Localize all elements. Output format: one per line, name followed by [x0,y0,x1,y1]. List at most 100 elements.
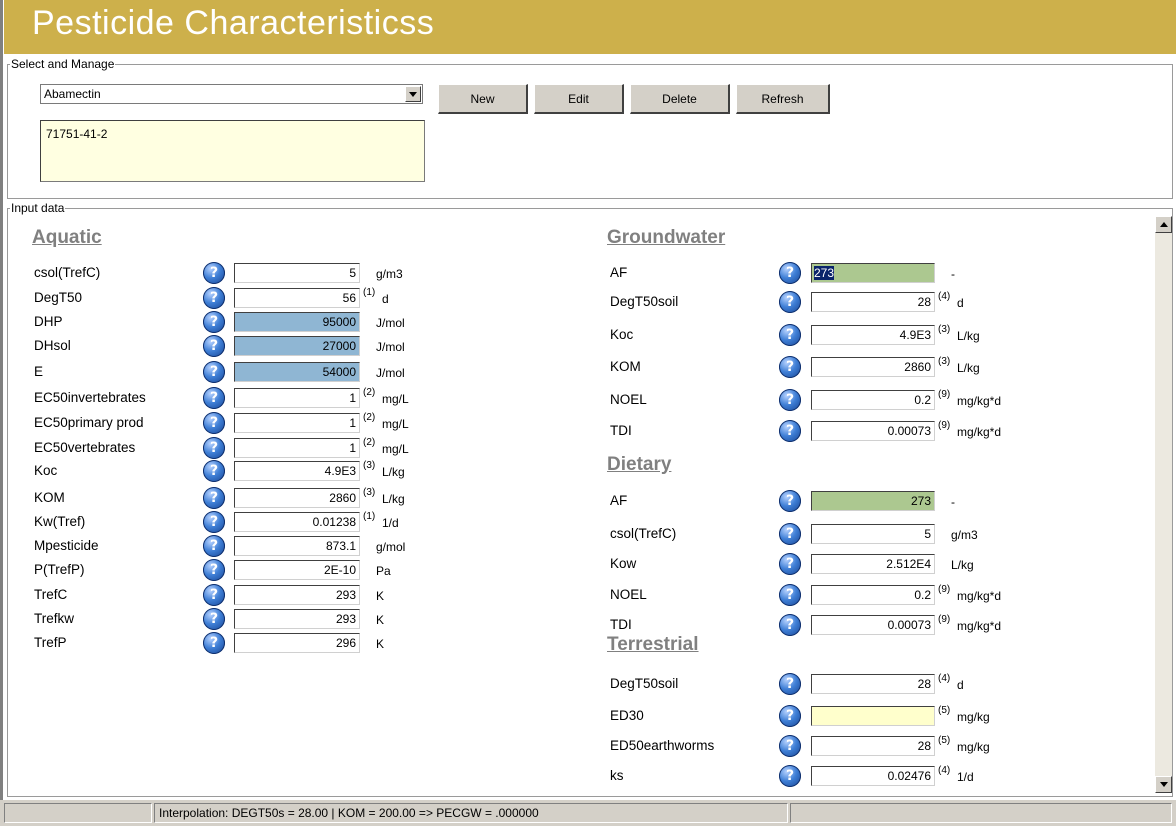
aquatic-label-kom: KOM [34,490,65,505]
help-icon[interactable]: ? [203,584,225,606]
reference-note: (3) [363,460,376,471]
aquatic-value-dhsol[interactable]: 27000 [234,336,360,356]
section-heading-aquatic: Aquatic [32,227,102,248]
dietary-value-noel[interactable]: 0.2 [811,585,935,605]
groundwater-value-noel[interactable]: 0.2 [811,390,935,410]
reference-note: (9) [938,614,951,625]
help-icon[interactable]: ? [779,705,801,727]
help-icon[interactable]: ? [203,437,225,459]
dietary-value-csol-trefc-[interactable]: 5 [811,524,935,544]
help-icon[interactable]: ? [779,614,801,636]
help-icon[interactable]: ? [779,523,801,545]
field-value: 2.512E4 [886,557,931,571]
help-icon[interactable]: ? [203,460,225,482]
aquatic-value-trefkw[interactable]: 293 [234,609,360,629]
dropdown-button[interactable] [405,86,421,102]
help-icon[interactable]: ? [779,389,801,411]
aquatic-label-dhsol: DHsol [34,338,71,353]
help-icon[interactable]: ? [779,324,801,346]
arrow-down-icon [1159,782,1168,787]
vertical-scrollbar[interactable] [1155,216,1172,793]
edit-button[interactable]: Edit [534,84,624,114]
title-banner: Pesticide Characteristicss [4,0,1176,54]
help-icon[interactable]: ? [779,735,801,757]
aquatic-label-dhp: DHP [34,314,63,329]
dietary-label-kow: Kow [610,556,637,571]
terrestrial-value-degt50soil[interactable]: 28 [811,674,935,694]
help-icon[interactable]: ? [203,632,225,654]
reference-note: (5) [938,705,951,716]
help-icon[interactable]: ? [779,262,801,284]
arrow-up-icon [1159,222,1168,227]
aquatic-label-ec50vertebrates: EC50vertebrates [34,440,136,455]
help-icon[interactable]: ? [779,490,801,512]
aquatic-value-e[interactable]: 54000 [234,362,360,382]
input-data-group: Input data [7,201,1173,797]
help-icon[interactable]: ? [203,287,225,309]
aquatic-value-dhp[interactable]: 95000 [234,312,360,332]
help-icon[interactable]: ? [779,584,801,606]
help-icon[interactable]: ? [779,356,801,378]
terrestrial-value-ed30[interactable] [811,706,935,726]
dietary-value-af[interactable]: 273 [811,491,935,511]
unit-label: d [957,296,964,310]
aquatic-value-ec50invertebrates[interactable]: 1 [234,388,360,408]
groundwater-value-koc[interactable]: 4.9E3 [811,325,935,345]
aquatic-value-p-trefp-[interactable]: 2E-10 [234,560,360,580]
aquatic-label-ec50primary-prod: EC50primary prod [34,415,144,430]
help-icon[interactable]: ? [203,262,225,284]
help-icon[interactable]: ? [203,387,225,409]
help-icon[interactable]: ? [779,420,801,442]
help-icon[interactable]: ? [203,311,225,333]
terrestrial-label-ks: ks [610,768,624,783]
help-icon[interactable]: ? [203,335,225,357]
aquatic-value-degt50[interactable]: 56 [234,288,360,308]
groundwater-value-tdi[interactable]: 0.00073 [811,421,935,441]
aquatic-value-ec50vertebrates[interactable]: 1 [234,438,360,458]
status-pane-left [4,803,152,823]
aquatic-value-kw-tref-[interactable]: 0.01238 [234,512,360,532]
reference-note: (4) [938,291,951,302]
delete-button[interactable]: Delete [630,84,730,114]
terrestrial-value-ed50earthworms[interactable]: 28 [811,736,935,756]
reference-note: (1) [363,511,376,522]
help-icon[interactable]: ? [203,559,225,581]
help-icon[interactable]: ? [203,487,225,509]
scroll-down-button[interactable] [1155,776,1172,793]
help-icon[interactable]: ? [203,412,225,434]
groundwater-value-degt50soil[interactable]: 28 [811,292,935,312]
reference-note: (9) [938,584,951,595]
help-icon[interactable]: ? [203,535,225,557]
cas-number-field[interactable]: 71751-41-2 [40,120,425,182]
field-value: 54000 [322,365,356,379]
refresh-button[interactable]: Refresh [736,84,830,114]
groundwater-value-kom[interactable]: 2860 [811,357,935,377]
aquatic-value-trefc[interactable]: 293 [234,585,360,605]
aquatic-value-csol-trefc-[interactable]: 5 [234,263,360,283]
groundwater-value-af[interactable]: 273 [811,263,935,283]
help-icon[interactable]: ? [203,511,225,533]
new-button[interactable]: New [438,84,528,114]
field-value: 5 [349,266,356,280]
unit-label: 1/d [382,516,399,530]
pesticide-select[interactable]: Abamectin [40,84,423,104]
help-icon[interactable]: ? [779,765,801,787]
help-icon[interactable]: ? [779,673,801,695]
aquatic-value-trefp[interactable]: 296 [234,633,360,653]
help-icon[interactable]: ? [203,361,225,383]
help-icon[interactable]: ? [779,291,801,313]
dietary-value-kow[interactable]: 2.512E4 [811,554,935,574]
dietary-value-tdi[interactable]: 0.00073 [811,615,935,635]
scroll-up-button[interactable] [1155,216,1172,233]
terrestrial-value-ks[interactable]: 0.02476 [811,766,935,786]
help-icon[interactable]: ? [203,608,225,630]
help-icon[interactable]: ? [779,553,801,575]
section-heading-groundwater: Groundwater [607,227,726,248]
aquatic-value-kom[interactable]: 2860 [234,488,360,508]
aquatic-value-koc[interactable]: 4.9E3 [234,461,360,481]
field-value: 1 [349,441,356,455]
aquatic-label-degt50: DegT50 [34,290,83,305]
aquatic-value-mpesticide[interactable]: 873.1 [234,536,360,556]
aquatic-value-ec50primary-prod[interactable]: 1 [234,413,360,433]
groundwater-label-af: AF [610,265,628,280]
